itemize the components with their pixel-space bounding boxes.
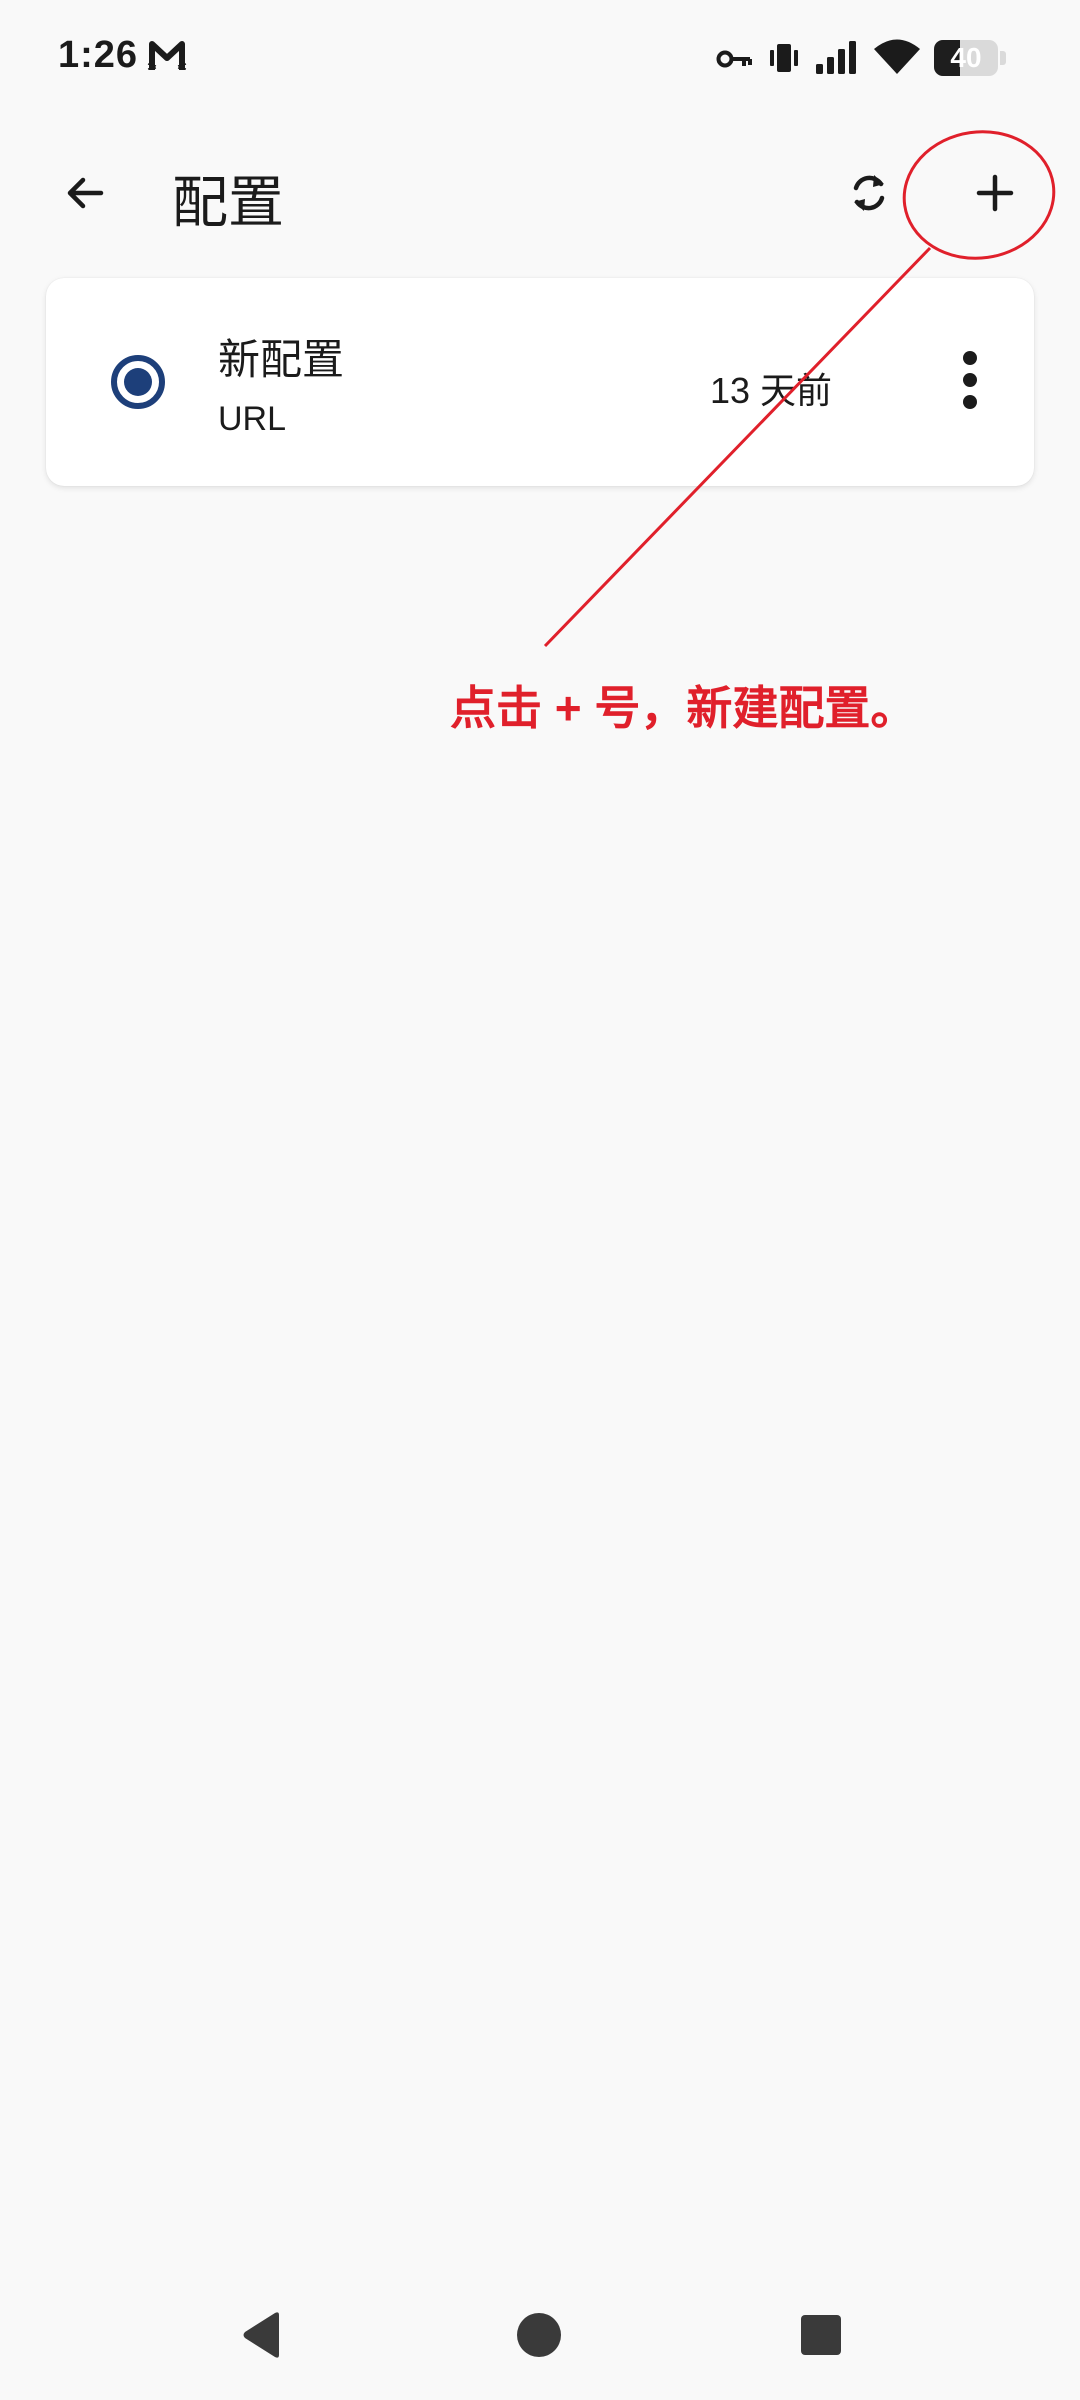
wifi-icon: [872, 38, 922, 81]
navigation-bar: [0, 2280, 1080, 2400]
nav-recents-button[interactable]: [776, 2292, 866, 2382]
battery-level: 40: [950, 42, 982, 73]
page-title: 配置: [172, 171, 284, 234]
battery-icon: 40: [934, 40, 1006, 76]
profile-updated-time: 13 天前: [710, 370, 833, 411]
profile-name: 新配置: [218, 336, 345, 383]
profile-type: URL: [218, 400, 287, 438]
nav-recents-icon: [799, 2313, 843, 2362]
cell-signal-icon: [814, 40, 860, 81]
cat-m-notification-icon: [146, 36, 188, 78]
status-bar: 1:26 40: [0, 0, 1080, 120]
profile-more-button[interactable]: [920, 332, 1020, 432]
more-vert-icon: [960, 350, 980, 415]
sync-icon: [846, 170, 892, 221]
profile-card[interactable]: 新配置 URL 13 天前: [46, 278, 1034, 486]
annotation-text: 点击 + 号，新建配置。: [450, 682, 917, 734]
back-button[interactable]: [40, 150, 130, 240]
nav-back-icon: [237, 2309, 285, 2366]
plus-icon: [973, 171, 1017, 220]
app-bar: 配置: [0, 120, 1080, 270]
battery-body: 40: [934, 40, 998, 76]
refresh-button[interactable]: [824, 150, 914, 240]
profile-radio-selected[interactable]: [106, 350, 170, 414]
battery-tip: [1000, 51, 1006, 65]
status-time: 1:26: [58, 34, 139, 76]
vibrate-icon: [766, 40, 802, 81]
vpn-key-icon: [716, 44, 754, 79]
nav-home-icon: [515, 2311, 563, 2364]
nav-back-button[interactable]: [216, 2292, 306, 2382]
add-profile-button[interactable]: [950, 150, 1040, 240]
arrow-back-icon: [61, 169, 109, 222]
nav-home-button[interactable]: [494, 2292, 584, 2382]
profiles-screen: 1:26 40 配置 新配置 URL 13 天前 点击 + 号，新建配置。: [0, 0, 1080, 2400]
